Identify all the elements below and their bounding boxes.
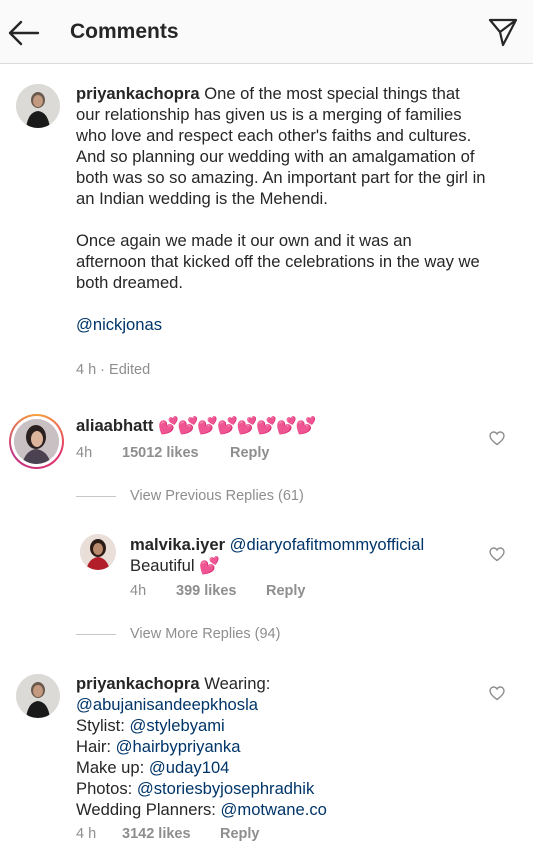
photos-label: Photos:	[76, 779, 133, 798]
caption-text: priyankachopra One of the most special t…	[76, 83, 486, 335]
avatar[interactable]	[16, 674, 60, 718]
likes-count[interactable]: 3142 likes	[122, 826, 220, 842]
reply-time: 4h	[130, 583, 147, 599]
paper-plane-icon[interactable]	[487, 16, 519, 48]
makeup-mention[interactable]: @uday104	[149, 758, 230, 777]
makeup-label: Make up:	[76, 758, 145, 777]
heart-outline-icon[interactable]	[488, 545, 506, 563]
hair-label: Hair:	[76, 737, 112, 756]
caption-meta: 4 h · Edited	[76, 362, 151, 378]
reply-button[interactable]: Reply	[230, 445, 270, 461]
comment-username[interactable]: aliaabhatt	[76, 416, 153, 435]
reply-mention[interactable]: @diaryofafitmommyofficial	[230, 535, 425, 554]
comment-username[interactable]: priyankachopra	[76, 674, 200, 693]
header-bar: Comments	[0, 0, 533, 64]
heart-outline-icon[interactable]	[488, 684, 506, 702]
divider	[76, 633, 116, 635]
comment-text: aliaabhatt 💕💕💕💕💕💕💕💕	[76, 415, 476, 436]
stylist-mention[interactable]: @stylebyami	[130, 716, 225, 735]
reply-body: Beautiful	[130, 556, 195, 575]
caption-mention[interactable]: @nickjonas	[76, 315, 162, 334]
heart-outline-icon[interactable]	[488, 429, 506, 447]
comment-meta: 4h 15012 likes Reply	[76, 445, 270, 461]
avatar	[14, 419, 59, 464]
view-previous-label: View Previous Replies (61)	[130, 488, 304, 504]
avatar[interactable]	[16, 84, 60, 128]
reply-username[interactable]: malvika.iyer	[130, 535, 225, 554]
reply-meta: 4h 399 likes Reply	[130, 583, 306, 599]
reply-button[interactable]: Reply	[266, 583, 306, 599]
reply-text: malvika.iyer @diaryofafitmommyofficial B…	[130, 534, 490, 576]
story-ring[interactable]	[9, 414, 64, 469]
hair-mention[interactable]: @hairbypriyanka	[116, 737, 241, 756]
wearing-label: Wearing:	[204, 674, 271, 693]
stylist-label: Stylist:	[76, 716, 125, 735]
comment-emoji: 💕💕💕💕💕💕💕💕	[158, 416, 316, 435]
page-title: Comments	[70, 20, 179, 43]
likes-count[interactable]: 15012 likes	[122, 445, 230, 461]
comment-meta: 4 h 3142 likes Reply	[76, 826, 260, 842]
reply-emoji: 💕	[199, 556, 220, 575]
view-previous-replies[interactable]: View Previous Replies (61)	[76, 488, 304, 504]
caption-username[interactable]: priyankachopra	[76, 84, 200, 103]
comment-time: 4 h	[76, 826, 97, 842]
photos-mention[interactable]: @storiesbyjosephradhik	[137, 779, 314, 798]
likes-count[interactable]: 399 likes	[176, 583, 266, 599]
back-arrow-icon[interactable]	[6, 16, 42, 50]
reply-button[interactable]: Reply	[220, 826, 260, 842]
view-more-label: View More Replies (94)	[130, 626, 281, 642]
planners-label: Wedding Planners:	[76, 800, 216, 819]
wearing-mention[interactable]: @abujanisandeepkhosla	[76, 695, 258, 714]
planners-mention[interactable]: @motwane.co	[221, 800, 327, 819]
avatar[interactable]	[80, 534, 116, 570]
view-more-replies[interactable]: View More Replies (94)	[76, 626, 280, 642]
comment-text: priyankachopra Wearing: @abujanisandeepk…	[76, 673, 476, 820]
divider	[76, 495, 116, 497]
caption-paragraph-2: Once again we made it our own and it was…	[76, 231, 480, 292]
comment-time: 4h	[76, 445, 93, 461]
